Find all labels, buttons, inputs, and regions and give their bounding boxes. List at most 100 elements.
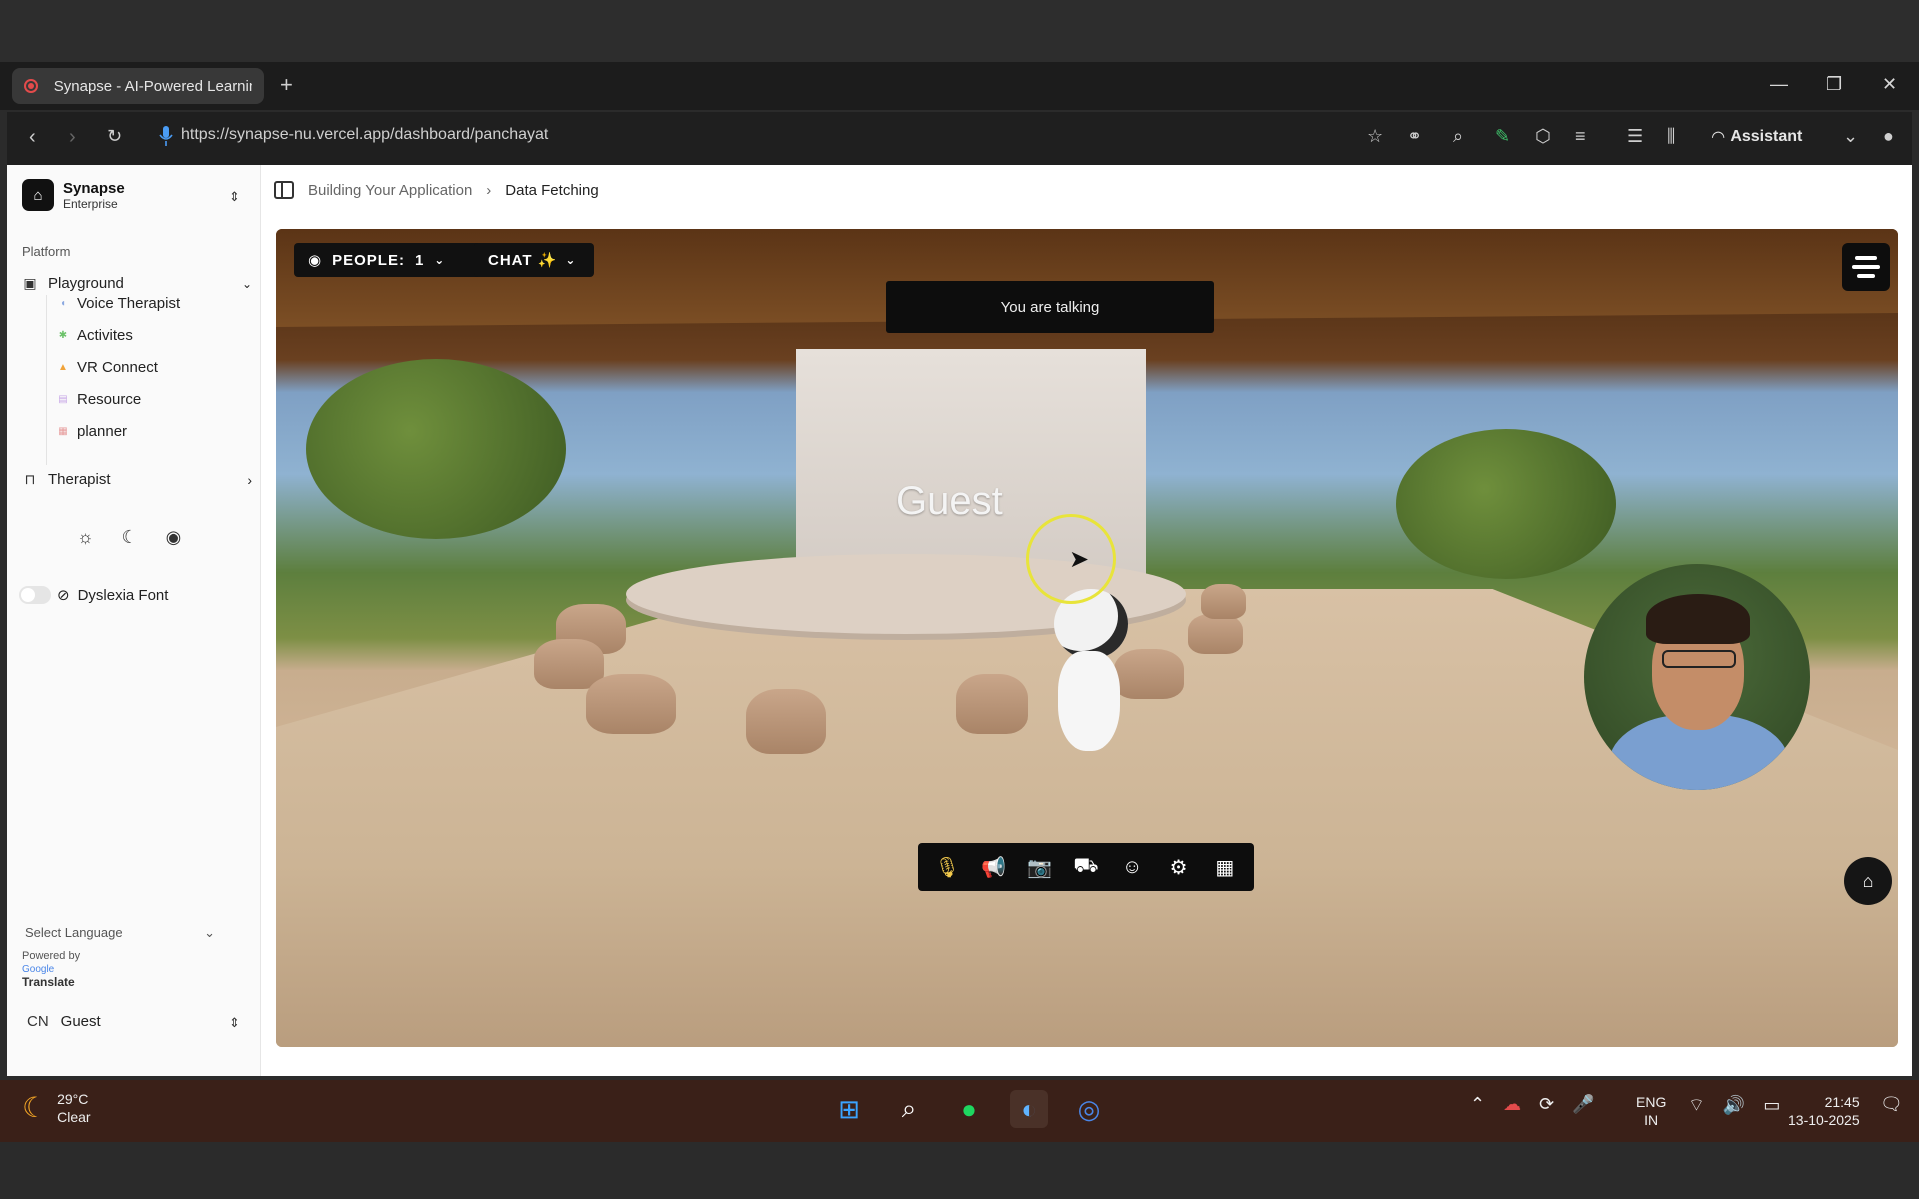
assistant-button[interactable]: ◠ Assistant: [1712, 127, 1802, 147]
link-icon[interactable]: ⚭: [1407, 126, 1422, 147]
breadcrumb-parent[interactable]: Building Your Application: [308, 182, 472, 199]
sidebar-toggle-icon[interactable]: [274, 181, 294, 199]
sidebar-item-label: Activites: [77, 327, 133, 344]
dyslexia-toggle[interactable]: [19, 586, 51, 604]
section-label-platform: Platform: [22, 244, 71, 259]
notification-icon[interactable]: 🗨: [1880, 1094, 1903, 1115]
reading-list-icon[interactable]: ≡: [1575, 126, 1586, 147]
voice-icon: ◖: [59, 298, 67, 309]
guest-avatar: [1046, 589, 1128, 751]
translate-link[interactable]: Translate: [22, 976, 80, 989]
moon-icon[interactable]: ☾: [122, 527, 138, 548]
extension-icon[interactable]: ⬡: [1535, 126, 1551, 147]
seat-icon[interactable]: ⛟: [1068, 855, 1104, 880]
megaphone-icon[interactable]: 📢: [975, 855, 1011, 880]
browser-address-bar: ‹ › ↻ https://synapse-nu.vercel.app/dash…: [7, 112, 1912, 165]
notification-area: 🗨: [1880, 1094, 1903, 1115]
sync-icon[interactable]: ⟳: [1539, 1094, 1554, 1115]
webcam-feed: [1584, 564, 1810, 790]
wifi-icon[interactable]: ⌔: [1688, 1094, 1705, 1117]
mouse-cursor-icon: ➤: [1069, 546, 1090, 573]
reload-icon[interactable]: ↻: [107, 126, 122, 147]
stool: [956, 674, 1028, 734]
people-label: PEOPLE:: [332, 251, 405, 269]
restore-icon[interactable]: ❐: [1826, 74, 1842, 95]
language-indicator[interactable]: ENG IN: [1636, 1093, 1666, 1129]
clock[interactable]: 21:45 13-10-2025: [1788, 1093, 1860, 1129]
url-field[interactable]: https://synapse-nu.vercel.app/dashboard/…: [181, 126, 548, 144]
avatar-body: [1058, 651, 1120, 751]
chevrons-updown-icon[interactable]: ⇕: [229, 189, 240, 205]
chat-button[interactable]: CHAT ✨ ⌄: [474, 243, 594, 277]
spotify-icon[interactable]: ●: [950, 1090, 988, 1128]
windows-taskbar: ☾ 29°C Clear ⊞ ⌕ ● ◐ ◎ ⌃ ☁ ⟳ 🎤 ENG IN ⌔ …: [0, 1080, 1919, 1142]
microphone-icon[interactable]: 🎙: [929, 855, 965, 880]
windows-start-icon[interactable]: ⊞: [830, 1090, 868, 1128]
battery-icon[interactable]: ▭: [1763, 1095, 1780, 1116]
chat-label: CHAT ✨: [488, 252, 558, 269]
emoji-icon[interactable]: ☺: [1114, 856, 1150, 879]
chevron-up-icon[interactable]: ⌃: [1470, 1094, 1485, 1115]
vr-viewport[interactable]: ◉ PEOPLE: 1 ⌄ CHAT ✨ ⌄ You are talking G…: [276, 229, 1898, 1047]
sidebar-item-planner[interactable]: ▦ planner: [57, 423, 127, 440]
terminal-icon: ▣: [23, 275, 37, 291]
camera-icon[interactable]: 📷: [1022, 855, 1058, 880]
chevrons-updown-icon[interactable]: ⇕: [229, 1015, 240, 1031]
volume-icon[interactable]: 🔊: [1723, 1095, 1745, 1116]
close-icon[interactable]: ✕: [1882, 74, 1897, 95]
forward-icon[interactable]: ›: [69, 126, 76, 149]
sun-icon[interactable]: ☼: [77, 527, 94, 548]
sidebar-item-therapist[interactable]: ⊓ Therapist ›: [22, 471, 252, 488]
playground-subnav: ◖ Voice Therapist ✱ Activites ▲ VR Conne…: [46, 295, 180, 465]
sidebar-item-vr-connect[interactable]: ▲ VR Connect: [57, 359, 158, 376]
menu-button[interactable]: [1842, 243, 1890, 291]
back-icon[interactable]: ‹: [29, 126, 36, 149]
minimize-icon[interactable]: —: [1770, 74, 1788, 95]
stool: [534, 639, 604, 689]
theme-controls: ☼ ☾ ◉: [77, 527, 181, 548]
star-icon[interactable]: ☆: [1367, 126, 1383, 147]
people-button[interactable]: ◉ PEOPLE: 1 ⌄: [294, 243, 482, 277]
sidebar-item-label: Therapist: [48, 471, 111, 488]
eye-icon[interactable]: ◉: [166, 527, 182, 548]
breadcrumb: Building Your Application › Data Fetchin…: [274, 181, 599, 199]
sidebar-item-activities[interactable]: ✱ Activites: [57, 327, 133, 344]
sidebar-item-playground[interactable]: ▣ Playground ⌄: [22, 275, 252, 292]
chevron-down-icon: ⌄: [434, 253, 446, 267]
sidebar-item-voice-therapist[interactable]: ◖ Voice Therapist: [57, 295, 180, 312]
language-select[interactable]: Select Language ⌄: [25, 925, 215, 941]
system-tray: ⌃ ☁ ⟳ 🎤: [1470, 1094, 1595, 1115]
grid-icon[interactable]: ▦: [1207, 855, 1243, 880]
chrome-icon[interactable]: ◎: [1070, 1090, 1108, 1128]
google-translate-credit: Powered by Google Translate: [22, 950, 80, 989]
search-icon[interactable]: ⌕: [890, 1090, 928, 1128]
sidebar-item-label: Playground: [48, 275, 124, 292]
bot-icon[interactable]: ⌂: [1844, 857, 1892, 905]
puzzle-icon: ✱: [58, 330, 68, 341]
new-tab-button[interactable]: +: [280, 72, 293, 98]
weather-widget[interactable]: ☾ 29°C Clear: [22, 1090, 91, 1126]
user-menu[interactable]: CN Guest: [27, 1013, 101, 1030]
avatar: CN: [27, 1013, 49, 1030]
gear-icon[interactable]: ⚙: [1161, 855, 1197, 880]
pen-icon[interactable]: ✎: [1495, 126, 1510, 147]
microphone-icon[interactable]: 🎤: [1572, 1094, 1594, 1115]
menu-lines-icon[interactable]: ☰: [1627, 126, 1643, 147]
brand-switcher[interactable]: ⌂ Synapse Enterprise: [22, 179, 125, 211]
chevron-down-icon[interactable]: ⌄: [1843, 126, 1858, 147]
user-avatar-icon: ◉: [308, 252, 323, 269]
web-page: ⌂ Synapse Enterprise ⇕ Platform ▣ Playgr…: [7, 165, 1912, 1076]
sidebar-item-resource[interactable]: ▤ Resource: [57, 391, 141, 408]
calendar-icon: ▦: [58, 426, 68, 437]
stool: [586, 674, 676, 734]
weather-condition: Clear: [57, 1109, 91, 1125]
microphone-icon[interactable]: [159, 125, 173, 147]
chevron-down-icon: ⌄: [204, 925, 215, 940]
browser-tab[interactable]: Synapse - AI-Powered Learnin: [12, 68, 264, 104]
audio-icon[interactable]: ⫼: [1667, 126, 1675, 147]
cloud-warning-icon[interactable]: ☁: [1503, 1094, 1521, 1115]
chevron-right-icon: ›: [247, 471, 252, 488]
browser-app-icon[interactable]: ◐: [1010, 1090, 1048, 1128]
zoom-search-icon[interactable]: ⌕: [1453, 126, 1463, 147]
profile-icon[interactable]: ●: [1883, 126, 1894, 147]
